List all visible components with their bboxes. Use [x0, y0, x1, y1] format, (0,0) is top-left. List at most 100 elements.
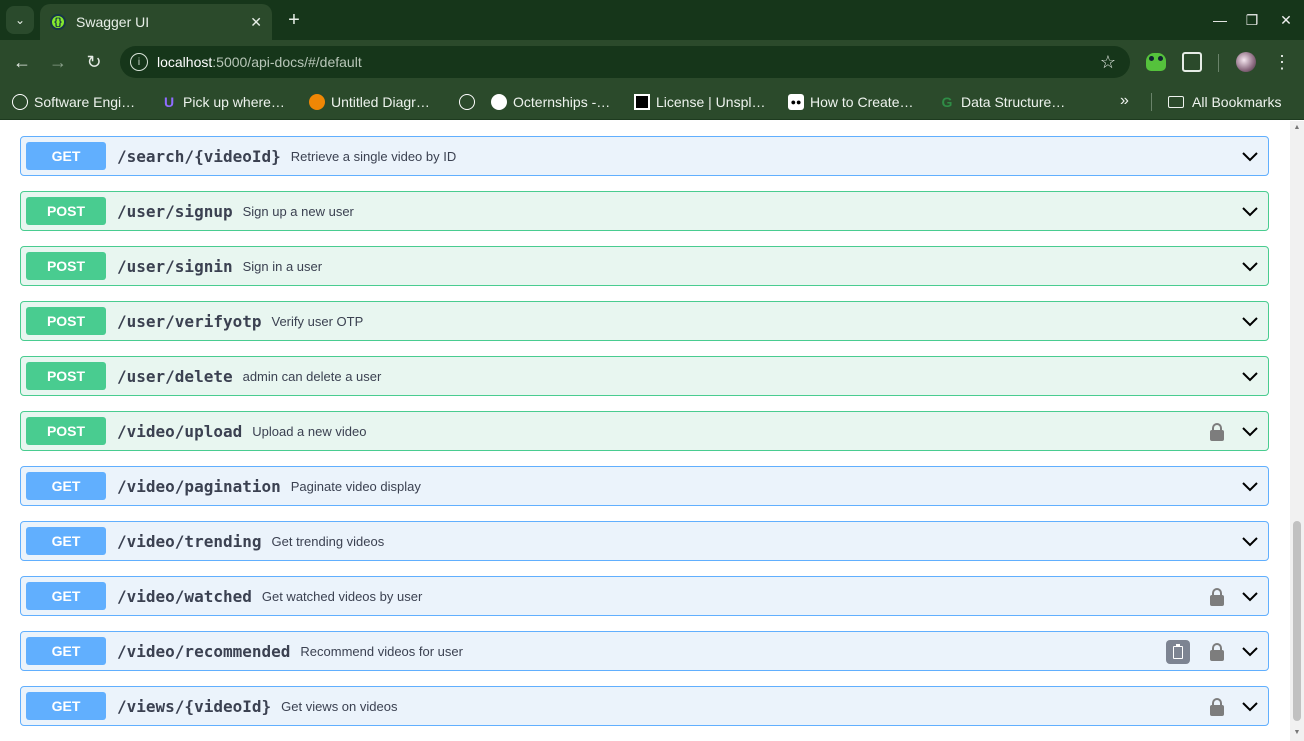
tab-close-icon[interactable]: ✕ — [250, 14, 262, 31]
gfg-icon: G — [941, 94, 953, 110]
operation-path: /video/watched — [117, 586, 252, 606]
method-badge: POST — [26, 362, 106, 390]
operation-row[interactable]: GET/views/{videoId} Get views on videos — [20, 686, 1269, 726]
bookmark-item[interactable]: G Data Structure… — [939, 92, 1066, 112]
back-arrow-icon[interactable]: ← — [10, 50, 34, 74]
chevron-down-icon[interactable] — [1242, 644, 1258, 660]
operation-path: /video/recommended — [117, 641, 291, 661]
operation-controls — [1242, 302, 1258, 342]
operation-row[interactable]: POST/user/signin Sign in a user — [20, 246, 1269, 286]
bookmark-item[interactable] — [459, 92, 481, 112]
operation-summary: Upload a new video — [252, 423, 367, 439]
bookmark-label: Software Engi… — [34, 94, 136, 110]
more-bookmarks-chevron-icon[interactable]: » — [1120, 92, 1129, 110]
operation-path: /video/trending — [117, 531, 262, 551]
all-bookmarks-label: All Bookmarks — [1192, 94, 1282, 110]
tab-title: Swagger UI — [76, 14, 150, 30]
site-info-icon[interactable]: i — [130, 53, 148, 71]
operation-controls — [1210, 412, 1258, 452]
bookmark-star-icon[interactable]: ☆ — [1100, 52, 1116, 73]
operation-controls — [1210, 577, 1258, 617]
globe-icon — [459, 94, 475, 110]
tab-search-chevron-icon[interactable]: ⌄ — [6, 6, 34, 34]
method-badge: GET — [26, 472, 106, 500]
bookmark-label: Data Structure… — [961, 94, 1066, 110]
chevron-down-icon[interactable] — [1242, 424, 1258, 440]
page-scrollbar[interactable]: ▲ ▼ — [1290, 121, 1304, 741]
method-badge: POST — [26, 307, 106, 335]
bookmark-item[interactable]: Software Engi… — [12, 92, 135, 112]
extensions-puzzle-icon[interactable] — [1182, 52, 1202, 72]
restore-icon[interactable]: ❐ — [1240, 8, 1264, 32]
chevron-down-icon[interactable] — [1242, 534, 1258, 550]
drawio-icon — [309, 94, 325, 110]
method-badge: GET — [26, 142, 106, 170]
operation-row[interactable]: GET/video/pagination Paginate video displ… — [20, 466, 1269, 506]
method-badge: POST — [26, 252, 106, 280]
new-tab-plus-icon[interactable]: + — [282, 8, 306, 32]
unlocked-padlock-icon[interactable] — [1210, 643, 1224, 661]
bookmark-item[interactable]: License | Unspl… — [634, 92, 765, 112]
chevron-down-icon[interactable] — [1242, 314, 1258, 330]
reload-icon[interactable]: ↻ — [82, 50, 106, 74]
scroll-thumb[interactable] — [1293, 521, 1301, 721]
operation-controls — [1210, 687, 1258, 727]
window-close-icon[interactable]: ✕ — [1274, 8, 1298, 32]
operation-row[interactable]: POST/user/delete admin can delete a user — [20, 356, 1269, 396]
operation-controls — [1242, 247, 1258, 287]
operation-controls — [1242, 192, 1258, 232]
operation-row[interactable]: GET/search/{videoId} Retrieve a single vi… — [20, 136, 1269, 176]
operation-row[interactable]: POST/user/verifyotp Verify user OTP — [20, 301, 1269, 341]
operation-summary: admin can delete a user — [242, 368, 382, 384]
chevron-down-icon[interactable] — [1242, 259, 1258, 275]
operation-summary: Recommend videos for user — [300, 643, 463, 659]
udemy-icon: U — [163, 94, 175, 110]
operation-path: /views/{videoId} — [117, 696, 272, 716]
menu-kebab-icon[interactable]: ⋮ — [1272, 52, 1292, 72]
browser-toolbar: ← → ↻ i localhost:5000/api-docs/#/defaul… — [0, 40, 1304, 84]
swagger-page: GET/search/{videoId} Retrieve a single vi… — [0, 121, 1290, 741]
all-bookmarks-button[interactable]: All Bookmarks — [1168, 92, 1281, 112]
method-badge: POST — [26, 417, 106, 445]
unlocked-padlock-icon[interactable] — [1210, 588, 1224, 606]
bookmark-item[interactable]: Octernships -… — [491, 92, 610, 112]
openai-icon — [12, 94, 28, 110]
url-path: :5000/api-docs/#/default — [212, 54, 362, 70]
operation-row[interactable]: POST/user/signup Sign up a new user — [20, 191, 1269, 231]
bookmark-label: Untitled Diagr… — [331, 94, 430, 110]
unlocked-padlock-icon[interactable] — [1210, 698, 1224, 716]
operation-row[interactable]: POST/video/upload Upload a new video — [20, 411, 1269, 451]
swagger-favicon-icon: {} — [50, 14, 66, 30]
copy-path-icon[interactable] — [1166, 640, 1190, 664]
chevron-down-icon[interactable] — [1242, 149, 1258, 165]
bookmark-item[interactable]: U Pick up where… — [161, 92, 285, 112]
operation-row[interactable]: GET/video/trending Get trending videos — [20, 521, 1269, 561]
scroll-up-icon[interactable]: ▲ — [1293, 124, 1301, 132]
operation-row[interactable]: GET/video/recommended Recommend videos fo… — [20, 631, 1269, 671]
chevron-down-icon[interactable] — [1242, 699, 1258, 715]
tab-swagger-ui[interactable]: {} Swagger UI ✕ — [40, 4, 272, 40]
minimize-icon[interactable]: — — [1208, 8, 1232, 32]
chevron-down-icon[interactable] — [1242, 479, 1258, 495]
operation-summary: Get watched videos by user — [261, 588, 423, 604]
scroll-down-icon[interactable]: ▼ — [1293, 729, 1301, 737]
medium-icon: ●● — [788, 94, 804, 110]
operation-row[interactable]: GET/video/watched Get watched videos by u… — [20, 576, 1269, 616]
operation-path: /user/signup — [117, 201, 233, 221]
method-badge: GET — [26, 692, 106, 720]
operation-controls — [1242, 137, 1258, 177]
chevron-down-icon[interactable] — [1242, 589, 1258, 605]
bookmark-item[interactable]: Untitled Diagr… — [309, 92, 430, 112]
profile-avatar[interactable] — [1236, 52, 1256, 72]
unlocked-padlock-icon[interactable] — [1210, 423, 1224, 441]
operation-path: /search/{videoId} — [117, 146, 281, 166]
toolbar-divider — [1218, 54, 1219, 72]
chevron-down-icon[interactable] — [1242, 369, 1258, 385]
address-bar[interactable]: i localhost:5000/api-docs/#/default ☆ — [120, 46, 1130, 78]
chevron-down-icon[interactable] — [1242, 204, 1258, 220]
forward-arrow-icon[interactable]: → — [46, 50, 70, 74]
frog-extension-icon[interactable] — [1146, 53, 1166, 71]
bookmark-item[interactable]: ●● How to Create… — [788, 92, 913, 112]
operation-controls — [1242, 467, 1258, 507]
operation-summary: Get trending videos — [271, 533, 385, 549]
